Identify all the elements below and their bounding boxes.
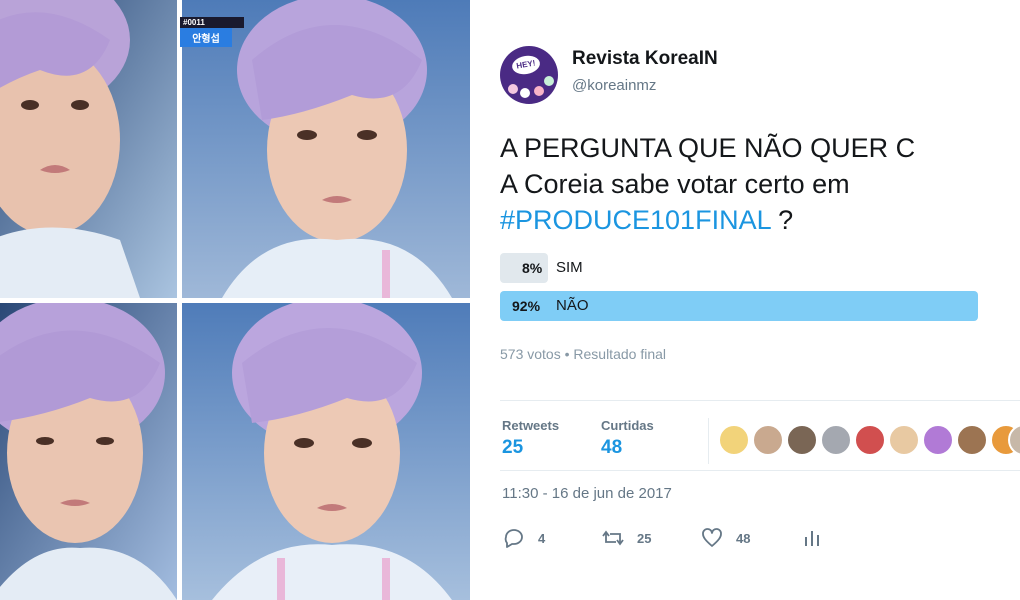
tweet-text-line-3: #PRODUCE101FINAL ?	[500, 202, 1020, 238]
divider	[500, 470, 1020, 471]
likes-count[interactable]: 48	[601, 437, 622, 459]
liker-avatar[interactable]	[786, 424, 818, 456]
poll-option-2: 92% NÃO	[500, 291, 1020, 321]
likes-label[interactable]: Curtidas	[601, 418, 654, 433]
retweet-count: 25	[637, 531, 652, 546]
photo-top-left	[0, 0, 177, 298]
tweet-card: HEY! Revista KoreaIN @koreainmz A PERGUN…	[500, 0, 1020, 600]
author-name[interactable]: Revista KoreaIN	[572, 48, 718, 70]
flower-icon	[520, 88, 530, 98]
avatar-hey-badge: HEY!	[510, 53, 542, 77]
stats-separator	[708, 418, 709, 464]
flower-icon	[508, 84, 518, 94]
liker-avatar[interactable]	[956, 424, 988, 456]
tweet-text-line-2: A Coreia sabe votar certo em	[500, 169, 850, 199]
divider	[500, 400, 1020, 401]
retweets-label[interactable]: Retweets	[502, 418, 559, 433]
avatar[interactable]: HEY!	[500, 46, 558, 104]
flower-icon	[534, 86, 544, 96]
poll-percent-1: 8%	[522, 260, 543, 276]
reply-count: 4	[538, 531, 546, 546]
tweet-text-suffix: ?	[770, 205, 794, 235]
retweet-icon	[602, 530, 624, 546]
liker-avatar[interactable]	[922, 424, 954, 456]
caption-code: #0011	[180, 17, 244, 28]
analytics-icon	[805, 531, 819, 546]
like-count: 48	[736, 531, 751, 546]
liker-avatar[interactable]	[888, 424, 920, 456]
photo-collage: #0011 안형섭	[0, 0, 470, 600]
tweet-text-line-1: A PERGUNTA QUE NÃO QUER C	[500, 133, 916, 163]
broadcast-caption: #0011 안형섭	[180, 17, 244, 47]
liker-avatar[interactable]	[752, 424, 784, 456]
heart-icon	[702, 528, 722, 547]
poll-label-1: SIM	[556, 259, 583, 276]
photo-bottom-right	[182, 303, 470, 600]
poll-option-1: 8% SIM	[500, 253, 1020, 283]
tweet-timestamp[interactable]: 11:30 - 16 de jun de 2017	[502, 485, 672, 502]
poll-summary: 573 votos • Resultado final	[500, 346, 667, 362]
author-handle[interactable]: @koreainmz	[572, 77, 656, 94]
liker-avatar[interactable]	[820, 424, 852, 456]
caption-name: 안형섭	[180, 28, 232, 47]
hashtag-link[interactable]: #PRODUCE101FINAL	[500, 205, 771, 235]
flower-icon	[544, 76, 554, 86]
reply-icon	[504, 529, 523, 548]
poll-label-2: NÃO	[556, 297, 589, 314]
photo-bottom-left	[0, 303, 177, 600]
liker-avatar[interactable]	[854, 424, 886, 456]
tweet-text: A PERGUNTA QUE NÃO QUER C A Coreia sabe …	[500, 130, 1020, 238]
poll-percent-2: 92%	[512, 298, 541, 314]
retweets-count[interactable]: 25	[502, 437, 523, 459]
liker-avatar[interactable]	[718, 424, 750, 456]
